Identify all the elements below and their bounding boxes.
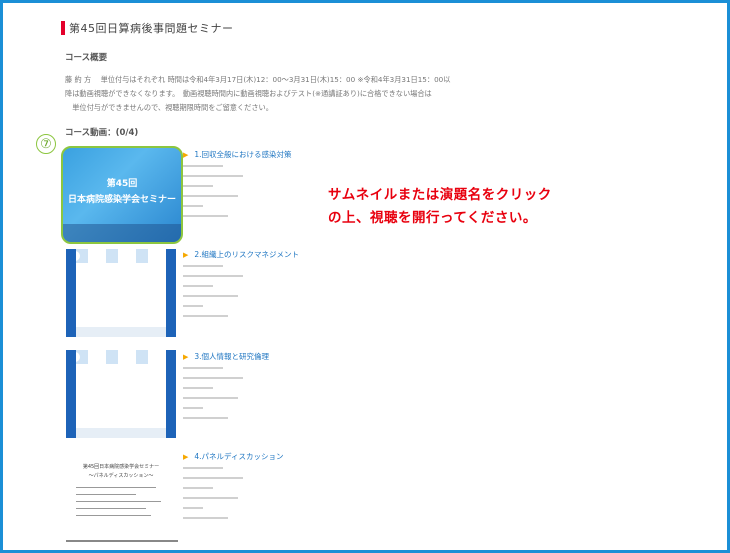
lesson-4-thumbnail[interactable]: 第45回日本病院感染学会セミナー ～パネルディスカッション～ bbox=[66, 455, 176, 537]
page-title-text: 第45回日算病後事問題セミナー bbox=[69, 22, 234, 35]
thumbnail-footer-strip bbox=[76, 327, 166, 337]
play-triangle-icon: ▶ bbox=[183, 352, 189, 361]
thumbnail-corner-circle bbox=[162, 352, 166, 362]
lesson-2-title-link[interactable]: ▶ 2.組織上のリスクマネジメント bbox=[183, 249, 299, 260]
thumbnail-header-strip bbox=[76, 249, 166, 263]
overview-heading: コース概要 bbox=[65, 53, 108, 63]
thumbnail-corner-circle bbox=[76, 251, 80, 261]
lesson-title-text: 2.組織上のリスクマネジメント bbox=[194, 250, 300, 259]
notice-line: サムネイルまたは演題名をクリック bbox=[328, 187, 552, 203]
play-triangle-icon: ▶ bbox=[183, 150, 189, 159]
step-number-badge: ⑦ bbox=[36, 134, 56, 154]
lesson-3-thumbnail[interactable] bbox=[66, 350, 176, 438]
thumbnail-corner-circle bbox=[76, 352, 80, 362]
notice-line: の上、視聴を開行ってください。 bbox=[328, 210, 537, 226]
lesson-3-meta bbox=[183, 367, 273, 427]
thumbnail-underline bbox=[66, 540, 178, 542]
thumbnail-title-line: 第45回 bbox=[106, 179, 138, 189]
thumbnail-heading: 第45回日本病院感染学会セミナー bbox=[82, 464, 160, 470]
description-line: 単位付与ができませんので、視聴期限時間をご留意ください。 bbox=[65, 103, 273, 112]
videos-heading: コース動画：(0/4) bbox=[65, 128, 139, 138]
lesson-title-text: 3.個人情報と研究倫理 bbox=[194, 352, 270, 361]
title-accent-bar bbox=[61, 21, 65, 35]
thumbnail-text-lines bbox=[76, 487, 166, 522]
lesson-3-title-link[interactable]: ▶ 3.個人情報と研究倫理 bbox=[183, 351, 269, 362]
thumbnail-bottom-band bbox=[63, 224, 181, 242]
lesson-4-meta bbox=[183, 467, 273, 527]
lesson-1-title-link[interactable]: ▶ 1.回収全般における感染対策 bbox=[183, 149, 292, 160]
lesson-1-thumbnail[interactable]: 第45回 日本病院感染学会セミナー bbox=[61, 146, 183, 244]
thumbnail-header-strip bbox=[76, 350, 166, 364]
thumbnail-subheading: ～パネルディスカッション～ bbox=[88, 473, 154, 479]
course-description: 藤 約 方 単位付与はそれぞれ 時間は令和4年3月17日(木)12：00～3月3… bbox=[65, 73, 555, 115]
thumbnail-title-line: 日本病院感染学会セミナー bbox=[67, 195, 176, 205]
play-triangle-icon: ▶ bbox=[183, 250, 189, 259]
lesson-1-meta bbox=[183, 165, 273, 225]
screenshot-frame: 第45回日算病後事問題セミナー コース概要 藤 約 方 単位付与はそれぞれ 時間… bbox=[0, 0, 730, 553]
description-line: 藤 約 方 単位付与はそれぞれ 時間は令和4年3月17日(木)12：00～3月3… bbox=[65, 75, 451, 84]
lesson-title-text: 1.回収全般における感染対策 bbox=[194, 150, 292, 159]
thumbnail-corner-circle bbox=[162, 251, 166, 261]
lesson-4-title-link[interactable]: ▶ 4.パネルディスカッション bbox=[183, 451, 284, 462]
instruction-notice: サムネイルまたは演題名をクリック の上、視聴を開行ってください。 bbox=[328, 184, 552, 230]
play-triangle-icon: ▶ bbox=[183, 452, 189, 461]
lesson-title-text: 4.パネルディスカッション bbox=[194, 452, 284, 461]
lesson-2-meta bbox=[183, 265, 273, 325]
lesson-2-thumbnail[interactable] bbox=[66, 249, 176, 337]
page-title: 第45回日算病後事問題セミナー bbox=[61, 20, 234, 36]
thumbnail-footer-strip bbox=[76, 428, 166, 438]
description-line: 降は動画視聴ができなくなります。 動画視聴時間内に動画視聴およびテスト(※通講証… bbox=[65, 89, 432, 98]
